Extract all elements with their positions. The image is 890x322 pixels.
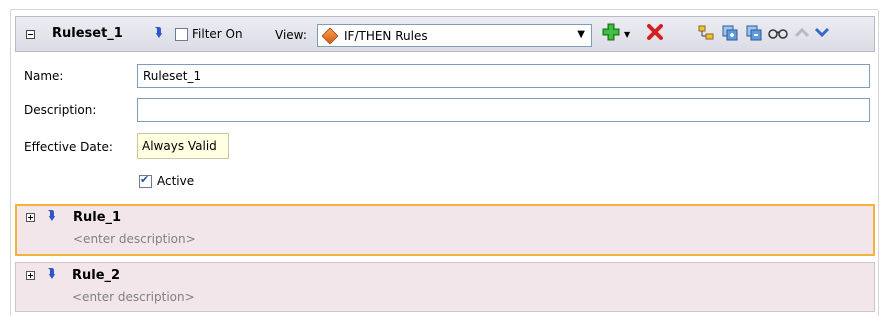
view-label: View: <box>275 28 307 42</box>
rule-1-description[interactable]: <enter description> <box>73 232 196 246</box>
ruleset-title: Ruleset_1 <box>52 26 123 41</box>
view-select-value: IF/THEN Rules <box>344 28 428 43</box>
expand-icon <box>26 213 35 222</box>
active-label: Active <box>157 174 195 188</box>
rule-1-options-button[interactable]: ⮯ <box>48 208 55 223</box>
delete-icon <box>647 24 663 40</box>
add-menu-arrow[interactable]: ▼ <box>624 30 630 39</box>
active-checkbox[interactable] <box>139 173 152 188</box>
collapse-icon <box>26 30 35 39</box>
view-select[interactable]: IF/THEN Rules ▼ <box>317 24 592 47</box>
right-border <box>878 10 879 316</box>
rule-2-description[interactable]: <enter description> <box>72 290 195 304</box>
expand-options-button[interactable]: ⮯ <box>155 25 162 40</box>
add-rule-button[interactable] <box>601 22 621 45</box>
add-icon <box>602 23 620 41</box>
effective-date-label: Effective Date: <box>24 140 113 154</box>
expand-icon <box>26 271 35 280</box>
view-button[interactable] <box>768 26 788 43</box>
hierarchy-icon <box>698 25 714 40</box>
rules-diamond-icon <box>321 27 339 44</box>
paste-icon <box>746 25 762 41</box>
active-toggle[interactable]: Active <box>139 173 195 188</box>
double-chevron-down-icon: ⮯ <box>48 266 56 280</box>
dropdown-arrow-icon[interactable]: ▼ <box>577 29 585 40</box>
collapse-up-icon <box>794 27 810 38</box>
rule-1-name: Rule_1 <box>73 210 122 225</box>
rule-2-name: Rule_2 <box>72 268 121 283</box>
filter-checkbox[interactable] <box>175 27 188 41</box>
double-chevron-down-icon: ⮯ <box>48 208 56 222</box>
left-border <box>10 10 11 316</box>
rule-2-options-button[interactable]: ⮯ <box>48 266 55 281</box>
delete-rule-button[interactable] <box>645 22 665 45</box>
expand-rule-1-button[interactable] <box>26 213 35 222</box>
expand-down-icon <box>814 27 830 38</box>
move-down-button[interactable] <box>814 26 830 41</box>
name-label: Name: <box>24 69 64 83</box>
name-field[interactable]: Ruleset_1 <box>137 64 870 88</box>
filter-on-toggle[interactable]: Filter On <box>175 27 243 41</box>
description-label: Description: <box>24 103 97 117</box>
rule-row-2[interactable]: ⮯ Rule_2 <enter description> <box>15 262 875 312</box>
expand-rule-2-button[interactable] <box>26 271 35 280</box>
copy-icon <box>722 25 738 41</box>
description-field[interactable] <box>137 98 870 122</box>
paste-rule-button[interactable] <box>745 24 763 45</box>
copy-rule-button[interactable] <box>721 24 739 45</box>
double-chevron-down-icon: ⮯ <box>155 25 163 39</box>
rule-row-1[interactable]: ⮯ Rule_1 <enter description> <box>15 204 875 256</box>
view-glasses-icon <box>768 29 788 39</box>
collapse-ruleset-button[interactable] <box>26 30 35 39</box>
filter-label: Filter On <box>192 27 243 41</box>
move-up-button[interactable] <box>794 26 810 41</box>
top-border <box>10 9 878 10</box>
hierarchy-button[interactable] <box>697 24 715 45</box>
effective-date-field[interactable]: Always Valid <box>137 133 229 159</box>
